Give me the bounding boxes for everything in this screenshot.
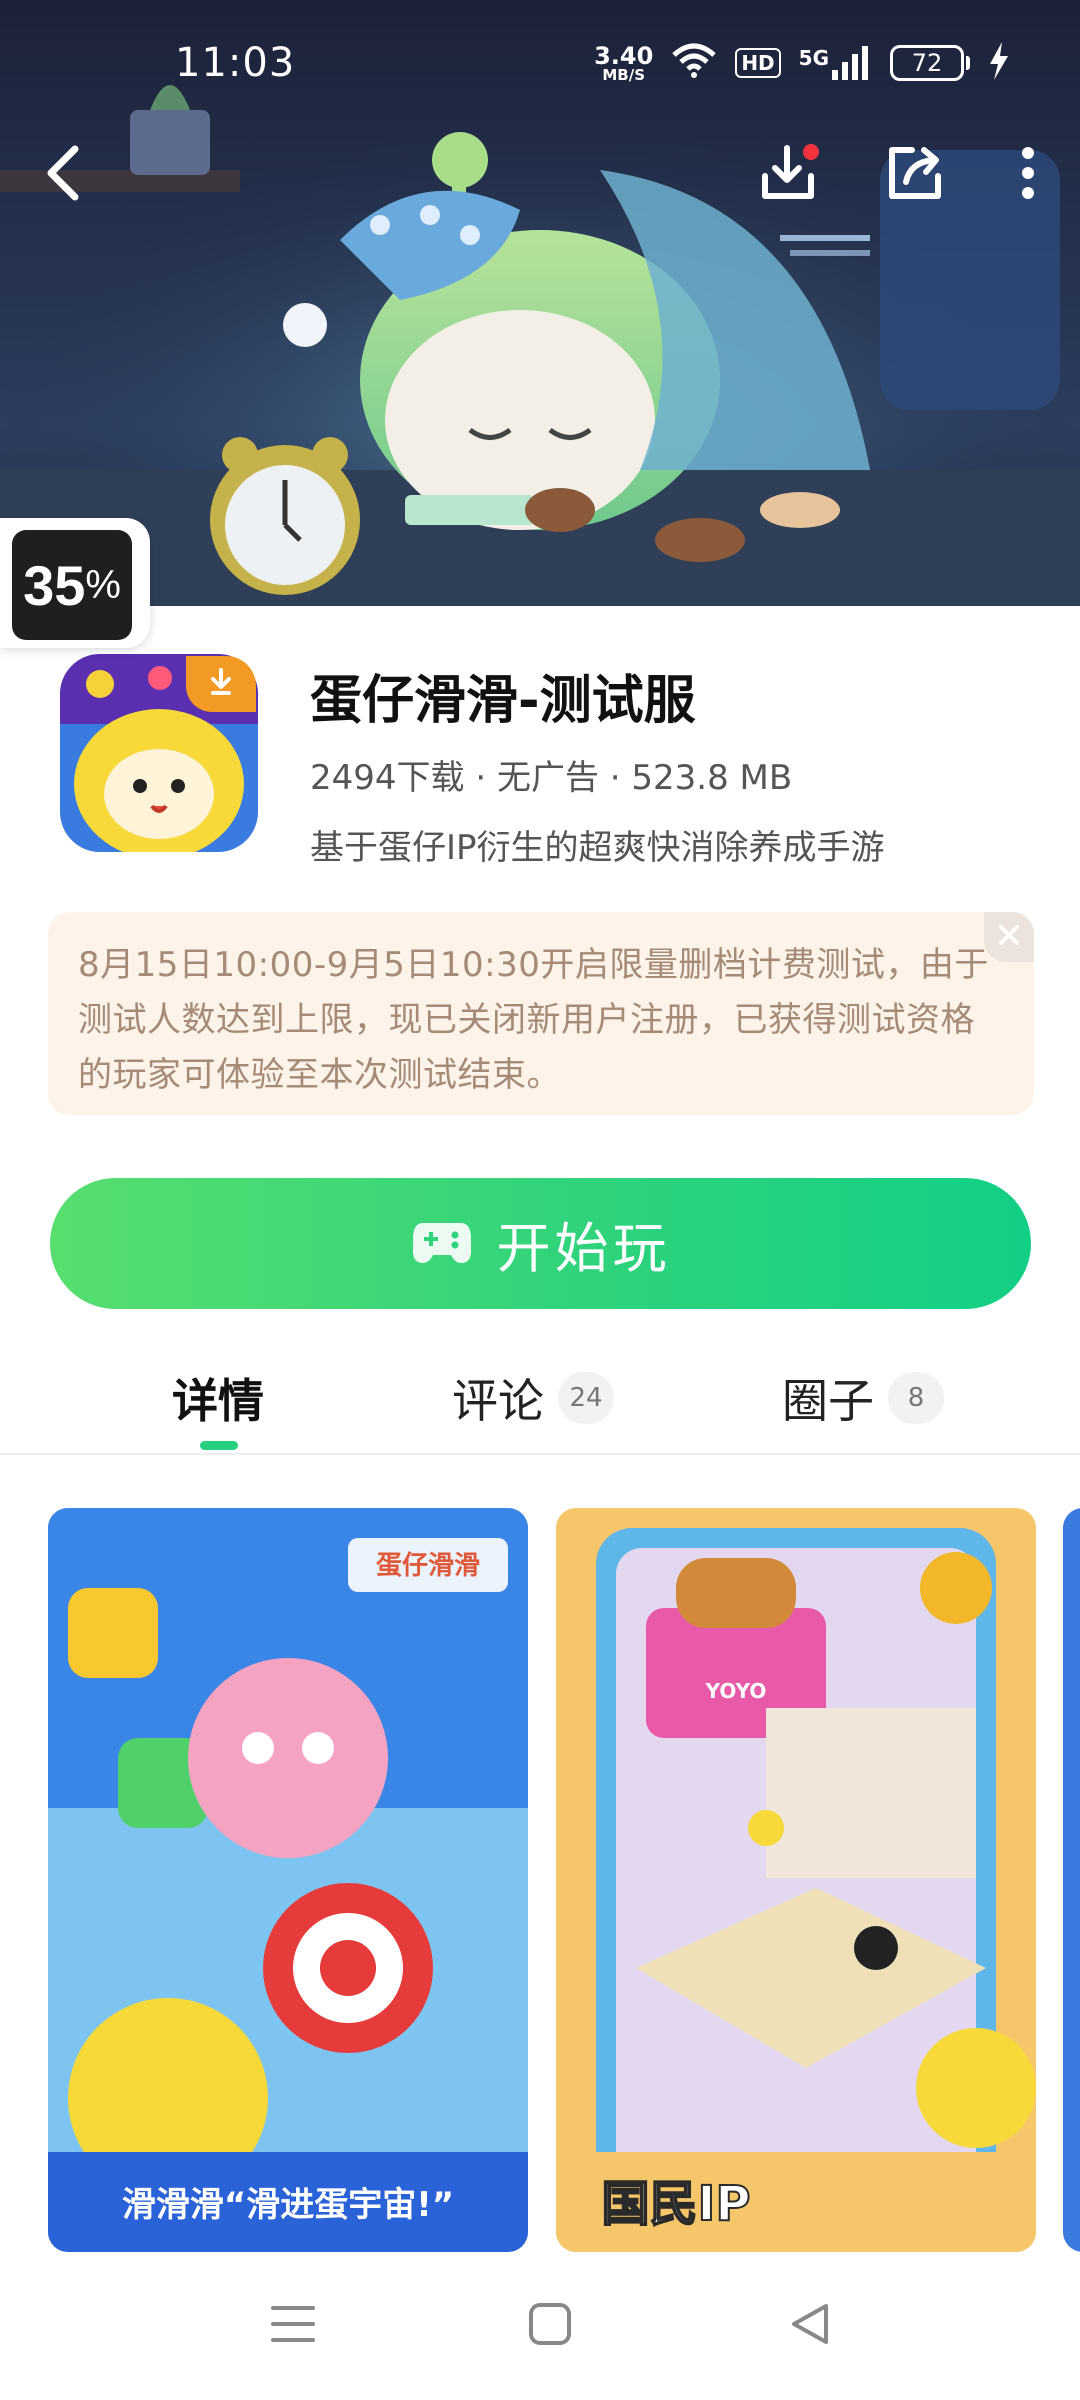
notice-close-button[interactable] bbox=[984, 912, 1034, 962]
tab-circle-label: 圈子 bbox=[782, 1374, 874, 1428]
screenshot-3-peek[interactable] bbox=[1063, 1508, 1080, 2252]
back-button[interactable] bbox=[28, 140, 98, 210]
wifi-icon bbox=[671, 43, 717, 83]
share-icon bbox=[884, 142, 946, 208]
tab-circle[interactable]: 圈子 8 bbox=[782, 1365, 944, 1431]
network-speed-value: 3.40 bbox=[594, 41, 654, 70]
battery-level: 72 bbox=[911, 49, 943, 77]
battery-indicator: 72 bbox=[890, 45, 970, 81]
app-name: 蛋仔滑滑-测试服 bbox=[310, 671, 696, 731]
gamepad-icon bbox=[411, 1219, 473, 1269]
notice-text: 8月15日10:00-9月5日10:30开启限量删档计费测试，由于测试人数达到上… bbox=[78, 945, 989, 1095]
download-button[interactable] bbox=[755, 140, 825, 210]
hero-progress-badge: 35% bbox=[0, 518, 150, 648]
hero-progress-number: 35 bbox=[23, 553, 86, 617]
screenshot-2-sign: YOYO bbox=[705, 1679, 767, 1703]
detail-tabs: 详情 评论 24 圈子 8 bbox=[0, 1345, 1080, 1455]
status-icons: 3.40 MB/S HD 5G 72 bbox=[594, 42, 1010, 84]
back-icon bbox=[43, 145, 83, 205]
tab-active-indicator bbox=[200, 1441, 238, 1450]
screenshot-2-banner: 国民IP bbox=[601, 2176, 750, 2232]
tab-circle-count: 8 bbox=[888, 1372, 944, 1424]
system-back-button[interactable] bbox=[770, 2296, 850, 2356]
tab-details[interactable]: 详情 bbox=[172, 1365, 264, 1431]
network-speed: 3.40 MB/S bbox=[594, 44, 653, 83]
share-button[interactable] bbox=[880, 140, 950, 210]
screenshot-2[interactable]: YOYO 国民IP bbox=[556, 1508, 1036, 2252]
app-description: 基于蛋仔IP衍生的超爽快消除养成手游 bbox=[310, 828, 885, 868]
tab-comments-count: 24 bbox=[558, 1372, 614, 1424]
start-play-label: 开始玩 bbox=[496, 1217, 671, 1280]
menu-icon bbox=[271, 2304, 315, 2348]
app-meta: 2494下载 · 无广告 · 523.8 MB bbox=[310, 758, 793, 798]
close-icon bbox=[998, 924, 1020, 950]
system-nav-bar bbox=[0, 2252, 1080, 2400]
screenshot-carousel[interactable]: 蛋仔滑滑 滑滑滑“滑进蛋宇宙!” YOYO 国民IP bbox=[0, 1508, 1080, 2252]
screenshot-1-banner: 滑滑滑“滑进蛋宇宙!” bbox=[122, 2185, 454, 2225]
app-download-badge bbox=[186, 656, 256, 712]
more-button[interactable] bbox=[993, 140, 1063, 210]
network-speed-unit: MB/S bbox=[602, 65, 646, 84]
start-play-button[interactable]: 开始玩 bbox=[50, 1178, 1031, 1309]
network-type: 5G bbox=[798, 46, 829, 70]
charging-icon bbox=[988, 42, 1010, 84]
hero-banner: 11:03 3.40 MB/S HD 5G 72 bbox=[0, 0, 1080, 606]
download-icon bbox=[759, 142, 821, 208]
hero-progress-unit: % bbox=[85, 562, 121, 607]
tab-comments[interactable]: 评论 24 bbox=[452, 1365, 614, 1431]
more-icon bbox=[1021, 145, 1035, 205]
status-bar: 11:03 3.40 MB/S HD 5G 72 bbox=[0, 0, 1080, 130]
status-time: 11:03 bbox=[175, 40, 296, 86]
test-notice: 8月15日10:00-9月5日10:30开启限量删档计费测试，由于测试人数达到上… bbox=[48, 912, 1034, 1115]
home-icon bbox=[528, 2302, 572, 2350]
home-button[interactable] bbox=[510, 2296, 590, 2356]
screenshot-1-logo: 蛋仔滑滑 bbox=[376, 1550, 480, 1581]
recent-apps-button[interactable] bbox=[253, 2296, 333, 2356]
hd-badge: HD bbox=[735, 48, 781, 78]
screenshot-1[interactable]: 蛋仔滑滑 滑滑滑“滑进蛋宇宙!” bbox=[48, 1508, 528, 2252]
app-info: 蛋仔滑滑-测试服 2494下载 · 无广告 · 523.8 MB 基于蛋仔IP衍… bbox=[0, 650, 1080, 880]
tab-comments-label: 评论 bbox=[452, 1374, 544, 1428]
back-triangle-icon bbox=[788, 2302, 832, 2350]
tab-details-label: 详情 bbox=[172, 1374, 264, 1428]
signal-icon: 5G bbox=[799, 46, 872, 80]
download-badge-icon bbox=[205, 666, 237, 702]
